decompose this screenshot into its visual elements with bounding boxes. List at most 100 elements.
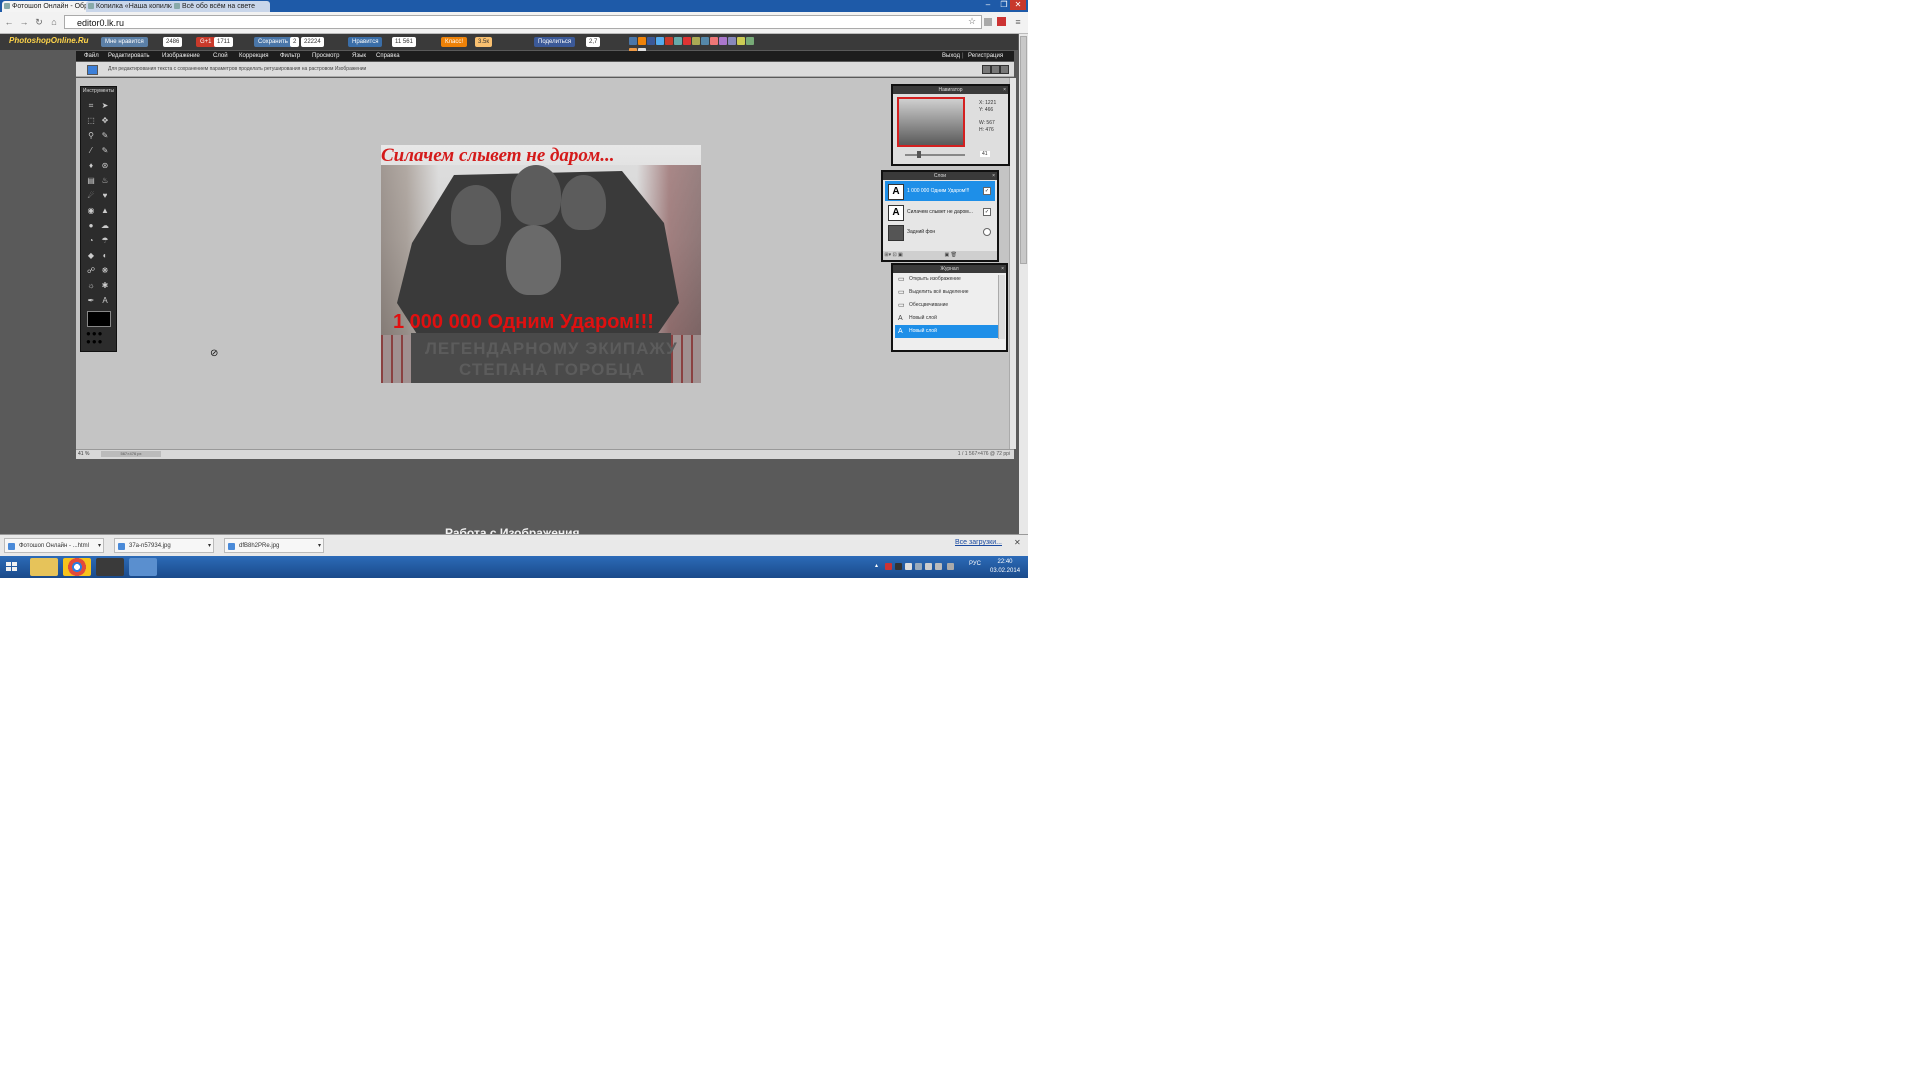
chevron-down-icon[interactable]: ▾ <box>208 539 211 552</box>
zoom-slider[interactable] <box>905 154 965 156</box>
download-item[interactable]: dfB8h2PRe.jpg ▾ <box>224 538 324 553</box>
tool-button[interactable]: ✎ <box>99 130 111 142</box>
share-service-icon[interactable] <box>719 37 727 45</box>
url-input[interactable]: editor0.lk.ru <box>64 15 982 29</box>
tool-button[interactable]: ✒ <box>85 295 97 307</box>
layer-row[interactable]: A Силачем слывет не даром... ✓ <box>885 202 995 222</box>
share-service-icon[interactable] <box>683 37 691 45</box>
tool-button[interactable]: ♦ <box>85 160 97 172</box>
history-item[interactable]: A Новый слой <box>895 325 998 338</box>
start-button[interactable] <box>2 558 22 576</box>
tool-button[interactable]: ☍ <box>85 265 97 277</box>
tool-button[interactable]: ◉ <box>85 205 97 217</box>
menu-edit[interactable]: Редактировать <box>108 51 149 61</box>
share-service-icon[interactable] <box>701 37 709 45</box>
download-item[interactable]: Фотошоп Онлайн - ...html ▾ <box>4 538 104 553</box>
volume-icon[interactable] <box>925 563 932 570</box>
tab-vse-obo-vsem[interactable]: Всё обо всём на свете × <box>172 1 266 12</box>
history-item[interactable]: ▭ Обесцвечивание <box>895 299 998 312</box>
tool-button[interactable]: ✥ <box>99 115 111 127</box>
share-service-icon[interactable] <box>728 37 736 45</box>
clock[interactable]: 22:40 03.02.2014 <box>990 558 1020 576</box>
menu-layer[interactable]: Слой <box>213 51 228 61</box>
history-item[interactable]: ▭ Выделить всё выделение <box>895 286 998 299</box>
tool-button[interactable]: ♥ <box>99 190 111 202</box>
tool-button[interactable]: ◐ <box>99 250 111 262</box>
zoom-slider-handle[interactable] <box>917 151 921 158</box>
share-service-icon[interactable] <box>692 37 700 45</box>
download-item[interactable]: 37a-n57934.jpg ▾ <box>114 538 214 553</box>
tool-button[interactable]: ▤ <box>85 175 97 187</box>
color-swatch[interactable] <box>87 65 98 75</box>
option-icon[interactable] <box>982 65 991 74</box>
show-all-downloads-link[interactable]: Все загрузки... <box>955 539 1002 546</box>
history-item[interactable]: A Новый слой <box>895 312 998 325</box>
save-share-button[interactable]: Сохранить <box>254 37 292 47</box>
minimize-button[interactable]: – <box>980 0 996 10</box>
chrome-icon[interactable] <box>63 558 91 576</box>
game-app-icon[interactable] <box>96 558 124 576</box>
page-scrollbar-thumb[interactable] <box>1020 36 1027 264</box>
tool-button[interactable]: ● <box>85 220 97 232</box>
menu-filter[interactable]: Фильтр <box>280 51 300 61</box>
workspace-scrollbar[interactable] <box>1009 78 1016 449</box>
tool-button[interactable]: ➤ <box>99 100 111 112</box>
layer-row[interactable]: Задний фон <box>885 222 995 242</box>
share-service-icon[interactable] <box>674 37 682 45</box>
layer-row[interactable]: A 1 000 000 Одним Ударом!!! ✓ <box>885 181 995 201</box>
menu-image[interactable]: Изображение <box>162 51 200 61</box>
share-service-icon[interactable] <box>656 37 664 45</box>
tool-button[interactable]: ▲ <box>99 205 111 217</box>
menu-logout[interactable]: Выход <box>942 51 960 61</box>
tray-app-icon[interactable] <box>947 563 954 570</box>
option-icon[interactable] <box>1000 65 1009 74</box>
tray-app-icon[interactable] <box>895 563 902 570</box>
close-icon[interactable]: × <box>1001 265 1004 273</box>
vk-like-button[interactable]: Мне нравится <box>101 37 148 47</box>
chrome-menu-icon[interactable]: ≡ <box>1013 17 1023 27</box>
tab-photoshop-online[interactable]: Фотошоп Онлайн - Обра × <box>2 1 94 12</box>
foreground-color-swatch[interactable] <box>87 311 111 327</box>
tool-button[interactable]: ✱ <box>99 280 111 292</box>
new-tab-button[interactable] <box>258 1 270 12</box>
tool-button[interactable]: ⬚ <box>85 115 97 127</box>
tray-app-icon[interactable] <box>905 563 912 570</box>
close-window-button[interactable]: ✕ <box>1010 0 1026 10</box>
layer-visibility-checkbox[interactable]: ✓ <box>983 187 991 195</box>
share-service-icon[interactable] <box>629 37 637 45</box>
menu-register[interactable]: Регистрация <box>968 51 1003 61</box>
tool-button[interactable]: ⌗ <box>85 100 97 112</box>
image-canvas[interactable]: Силачем слывет не даром... 1 000 000 Одн… <box>381 145 701 383</box>
history-item[interactable]: ▭ Открыть изображение <box>895 273 998 286</box>
tab-kopilka[interactable]: Копилка «Наша копилка» × <box>86 1 180 12</box>
tool-button[interactable]: ⁄ <box>85 145 97 157</box>
layers-footer-buttons[interactable]: ⊞▾ ⊡ ▣ ▣ 🗑 <box>883 251 997 260</box>
chevron-down-icon[interactable]: ▾ <box>98 539 101 552</box>
tool-button[interactable]: ✎ <box>99 145 111 157</box>
language-indicator[interactable]: РУС <box>969 561 981 567</box>
share-service-icon[interactable] <box>665 37 673 45</box>
color-mode-icons[interactable]: ●●● ●●● <box>86 330 112 346</box>
share-service-icon[interactable] <box>647 37 655 45</box>
layer-lock-icon[interactable] <box>983 228 991 236</box>
facebook-share-button[interactable]: Поделиться <box>534 37 576 47</box>
mail-like-button[interactable]: Нравится <box>348 37 383 47</box>
extension-icon[interactable] <box>984 18 992 26</box>
tray-expand-icon[interactable]: ▴ <box>875 562 878 569</box>
close-icon[interactable]: × <box>992 172 995 180</box>
tool-button[interactable]: A <box>99 295 111 307</box>
option-icon[interactable] <box>991 65 1000 74</box>
ok-class-button[interactable]: Класс! <box>441 37 467 47</box>
menu-file[interactable]: Файл <box>84 51 99 61</box>
share-service-icon[interactable] <box>746 37 754 45</box>
site-logo[interactable]: PhotoshopOnline.Ru <box>9 36 89 45</box>
paint-app-icon[interactable] <box>129 558 157 576</box>
chevron-down-icon[interactable]: ▾ <box>318 539 321 552</box>
forward-arrow-icon[interactable]: → <box>19 17 29 27</box>
tool-button[interactable]: ⊛ <box>99 160 111 172</box>
close-icon[interactable]: × <box>1003 86 1006 94</box>
close-downloads-icon[interactable]: ✕ <box>1014 538 1021 547</box>
extension-mail-icon[interactable] <box>997 17 1006 26</box>
bookmark-star-icon[interactable]: ☆ <box>967 16 977 26</box>
tool-button[interactable]: ❋ <box>99 265 111 277</box>
